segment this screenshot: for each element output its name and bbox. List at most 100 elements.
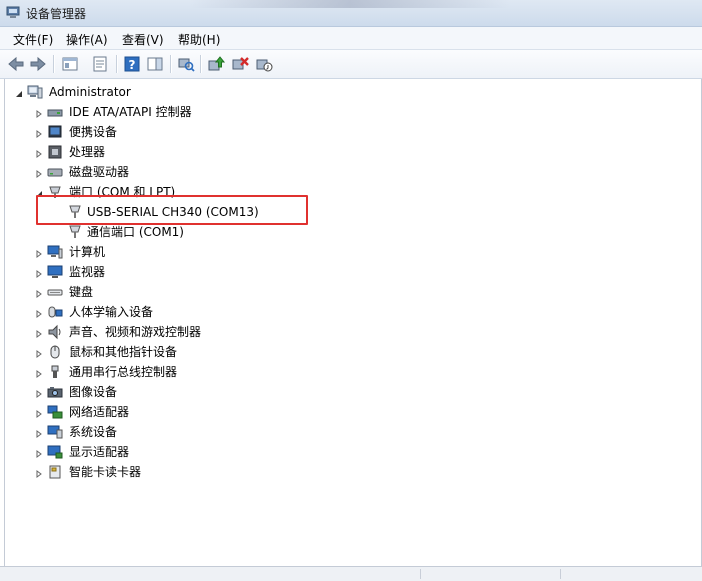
toolbar-separator xyxy=(116,55,117,73)
status-divider xyxy=(420,569,421,579)
menu-view[interactable]: 查看(V) xyxy=(122,31,164,48)
window-title: 设备管理器 xyxy=(26,7,87,21)
status-bar xyxy=(0,566,702,581)
tree-item-system-devices[interactable]: 系统设备 xyxy=(33,423,373,441)
tree-item-smart-card-readers[interactable]: 智能卡读卡器 xyxy=(33,463,373,481)
hid-icon xyxy=(47,304,63,320)
tree-item-imaging-devices[interactable]: 图像设备 xyxy=(33,383,373,401)
tree-item-label: IDE ATA/ATAPI 控制器 xyxy=(69,105,192,119)
tree-item-keyboards[interactable]: 键盘 xyxy=(33,283,373,301)
sound-icon xyxy=(47,324,63,340)
expand-arrow-icon[interactable] xyxy=(35,307,43,318)
svg-text:?: ? xyxy=(129,58,136,72)
display-adapter-icon xyxy=(47,444,63,460)
expand-arrow-icon[interactable] xyxy=(35,127,43,138)
expand-arrow-icon[interactable] xyxy=(35,247,43,258)
tree-item-portable-devices[interactable]: 便携设备 xyxy=(33,123,373,141)
expand-arrow-icon[interactable] xyxy=(35,467,43,478)
portable-device-icon xyxy=(47,124,63,140)
tree-item-hid[interactable]: 人体学输入设备 xyxy=(33,303,373,321)
forward-arrow-icon[interactable] xyxy=(28,54,48,74)
expand-arrow-icon[interactable] xyxy=(35,167,43,178)
tree-item-label: 磁盘驱动器 xyxy=(69,165,130,179)
toolbar-separator xyxy=(200,55,201,73)
menu-file[interactable]: 文件(F) xyxy=(13,31,53,48)
tree-item-label: 通用串行总线控制器 xyxy=(69,365,178,379)
obscured-region xyxy=(190,0,510,8)
disk-drive-icon xyxy=(47,164,63,180)
system-device-icon xyxy=(47,424,63,440)
tree-item-label: 通信端口 (COM1) xyxy=(87,225,184,239)
tree-item-computer[interactable]: 计算机 xyxy=(33,243,373,261)
highlight-box xyxy=(36,195,308,225)
device-manager-icon xyxy=(6,5,20,19)
expand-arrow-icon[interactable] xyxy=(35,367,43,378)
network-adapter-icon xyxy=(47,404,63,420)
mouse-icon xyxy=(47,344,63,360)
tree-root-label: Administrator xyxy=(49,85,131,99)
tree-item-label: 显示适配器 xyxy=(69,445,130,459)
action-pane-icon[interactable] xyxy=(145,54,165,74)
computer-icon xyxy=(27,84,43,100)
tree-item-network-adapters[interactable]: 网络适配器 xyxy=(33,403,373,421)
tree-item-label: 处理器 xyxy=(69,145,106,159)
disable-device-icon[interactable] xyxy=(254,54,274,74)
tree-root[interactable]: Administrator xyxy=(13,83,313,101)
camera-icon xyxy=(47,384,63,400)
usb-icon xyxy=(47,364,63,380)
status-divider xyxy=(560,569,561,579)
expand-arrow-icon[interactable] xyxy=(35,407,43,418)
tree-item-disk-drives[interactable]: 磁盘驱动器 xyxy=(33,163,373,181)
menu-action[interactable]: 操作(A) xyxy=(66,31,108,48)
collapse-arrow-icon[interactable] xyxy=(15,87,23,97)
ide-controller-icon xyxy=(47,104,63,120)
tree-item-label: 监视器 xyxy=(69,265,106,279)
tree-item-ide-controller[interactable]: IDE ATA/ATAPI 控制器 xyxy=(33,103,373,121)
uninstall-device-icon[interactable] xyxy=(230,54,250,74)
toolbar-separator xyxy=(53,55,54,73)
toolbar-separator xyxy=(170,55,171,73)
expand-arrow-icon[interactable] xyxy=(35,267,43,278)
properties-icon[interactable] xyxy=(90,54,110,74)
tree-item-label: 智能卡读卡器 xyxy=(69,465,142,479)
scan-hardware-icon[interactable] xyxy=(176,54,196,74)
tree-item-label: 鼠标和其他指针设备 xyxy=(69,345,178,359)
tree-item-processors[interactable]: 处理器 xyxy=(33,143,373,161)
expand-arrow-icon[interactable] xyxy=(35,427,43,438)
processor-icon xyxy=(47,144,63,160)
tree-item-label: 网络适配器 xyxy=(69,405,130,419)
tree-item-label: 图像设备 xyxy=(69,385,118,399)
tree-item-com1[interactable]: 通信端口 (COM1) xyxy=(53,223,293,241)
port-connector-icon xyxy=(67,224,83,240)
tree-item-label: 声音、视频和游戏控制器 xyxy=(69,325,202,339)
device-tree: Administrator IDE ATA/ATAPI 控制器 便携设备 处理器… xyxy=(4,79,702,566)
show-hide-tree-icon[interactable] xyxy=(60,54,80,74)
back-arrow-icon[interactable] xyxy=(6,54,26,74)
tree-item-label: 人体学输入设备 xyxy=(69,305,154,319)
tree-item-monitors[interactable]: 监视器 xyxy=(33,263,373,281)
collapse-arrow-icon[interactable] xyxy=(35,187,43,197)
keyboard-icon xyxy=(47,284,63,300)
tree-item-display-adapters[interactable]: 显示适配器 xyxy=(33,443,373,461)
menu-help[interactable]: 帮助(H) xyxy=(178,31,220,48)
tree-item-sound-video-game[interactable]: 声音、视频和游戏控制器 xyxy=(33,323,373,341)
help-icon[interactable]: ? xyxy=(122,54,142,74)
tree-item-label: 系统设备 xyxy=(69,425,118,439)
expand-arrow-icon[interactable] xyxy=(35,387,43,398)
tree-item-label: 便携设备 xyxy=(69,125,118,139)
tree-item-usb-controllers[interactable]: 通用串行总线控制器 xyxy=(33,363,373,381)
monitor-icon xyxy=(47,264,63,280)
tree-item-mice[interactable]: 鼠标和其他指针设备 xyxy=(33,343,373,361)
expand-arrow-icon[interactable] xyxy=(35,107,43,118)
menu-bar: 文件(F) 操作(A) 查看(V) 帮助(H) xyxy=(0,27,702,50)
computer-icon xyxy=(47,244,63,260)
update-driver-icon[interactable] xyxy=(206,54,226,74)
expand-arrow-icon[interactable] xyxy=(35,147,43,158)
smart-card-reader-icon xyxy=(47,464,63,480)
expand-arrow-icon[interactable] xyxy=(35,327,43,338)
tree-item-label: 计算机 xyxy=(69,245,106,259)
tree-item-label: 键盘 xyxy=(69,285,94,299)
expand-arrow-icon[interactable] xyxy=(35,287,43,298)
expand-arrow-icon[interactable] xyxy=(35,347,43,358)
expand-arrow-icon[interactable] xyxy=(35,447,43,458)
